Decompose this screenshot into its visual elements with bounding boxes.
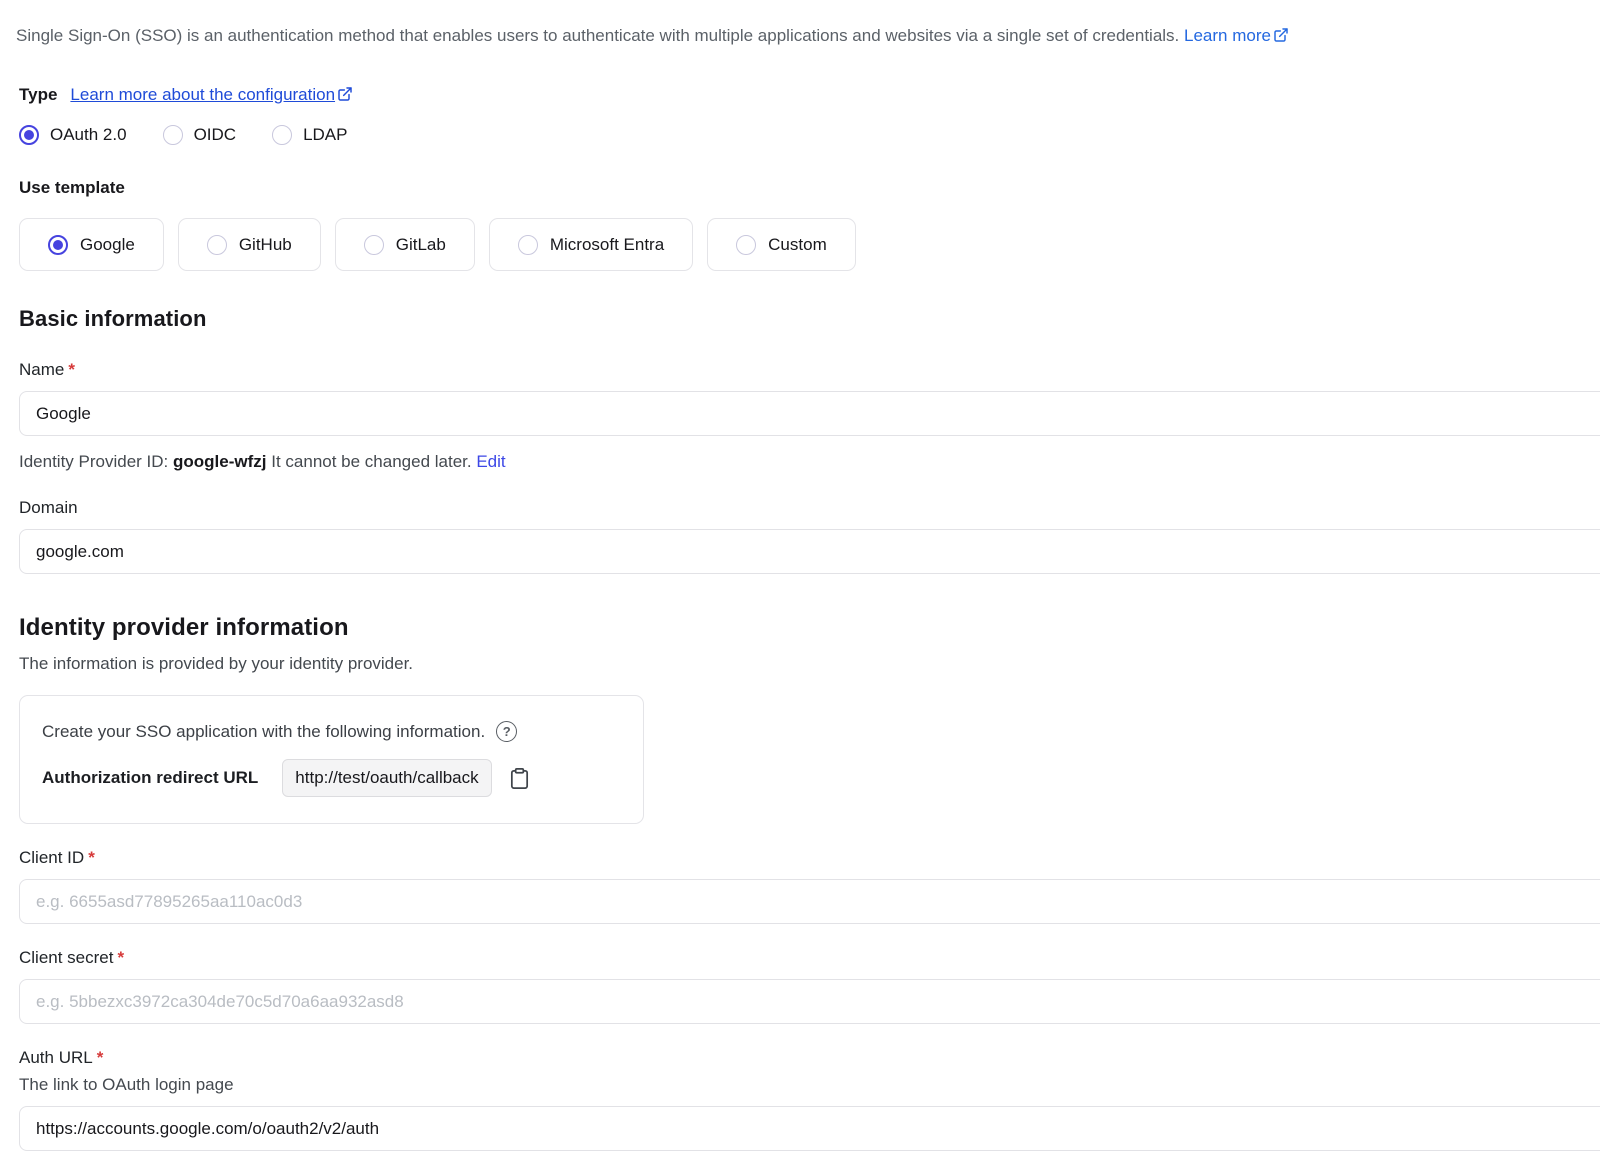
domain-label: Domain bbox=[19, 498, 1600, 518]
auth-url-label: Auth URL* bbox=[19, 1048, 1600, 1068]
type-radio-group: OAuth 2.0 OIDC LDAP bbox=[19, 125, 1600, 145]
redirect-url-row: Authorization redirect URL http://test/o… bbox=[42, 759, 621, 797]
template-option-label: Google bbox=[80, 235, 135, 255]
template-option-gitlab[interactable]: GitLab bbox=[335, 218, 475, 271]
redirect-url-value: http://test/oauth/callback bbox=[282, 759, 491, 797]
required-marker: * bbox=[88, 848, 95, 867]
radio-unselected-icon bbox=[364, 235, 384, 255]
client-secret-label-text: Client secret bbox=[19, 948, 113, 967]
name-input[interactable] bbox=[19, 391, 1600, 436]
auth-url-label-text: Auth URL bbox=[19, 1048, 93, 1067]
sso-description-text: Single Sign-On (SSO) is an authenticatio… bbox=[16, 26, 1179, 45]
radio-selected-icon bbox=[19, 125, 39, 145]
template-card-group: Google GitHub GitLab Microsoft Entra Cus… bbox=[19, 218, 1600, 271]
clipboard-icon bbox=[508, 766, 532, 791]
learn-more-link[interactable]: Learn more bbox=[1184, 26, 1289, 45]
client-id-label: Client ID* bbox=[19, 848, 1600, 868]
radio-unselected-icon bbox=[207, 235, 227, 255]
template-option-label: GitLab bbox=[396, 235, 446, 255]
type-label: Type bbox=[19, 85, 57, 105]
help-icon[interactable]: ? bbox=[496, 721, 517, 742]
radio-unselected-icon bbox=[518, 235, 538, 255]
type-option-oidc[interactable]: OIDC bbox=[163, 125, 237, 145]
radio-unselected-icon bbox=[163, 125, 183, 145]
configuration-doc-label: Learn more about the configuration bbox=[70, 85, 335, 104]
sso-settings-page: Single Sign-On (SSO) is an authenticatio… bbox=[0, 0, 1600, 1151]
radio-selected-icon bbox=[48, 235, 68, 255]
copy-to-clipboard-button[interactable] bbox=[508, 765, 532, 791]
required-marker: * bbox=[68, 360, 75, 379]
edit-idp-id-link[interactable]: Edit bbox=[476, 452, 505, 471]
required-marker: * bbox=[117, 948, 124, 967]
configuration-doc-link[interactable]: Learn more about the configuration bbox=[70, 85, 353, 105]
use-template-label: Use template bbox=[19, 178, 1600, 198]
required-marker: * bbox=[97, 1048, 104, 1067]
basic-information-heading: Basic information bbox=[19, 306, 1600, 332]
name-label: Name* bbox=[19, 360, 1600, 380]
external-link-icon bbox=[1273, 27, 1289, 43]
identity-provider-id-line: Identity Provider ID: google-wfzj It can… bbox=[19, 452, 1600, 472]
client-secret-label: Client secret* bbox=[19, 948, 1600, 968]
client-id-label-text: Client ID bbox=[19, 848, 84, 867]
template-option-label: GitHub bbox=[239, 235, 292, 255]
external-link-icon bbox=[337, 86, 353, 102]
idp-id-prefix: Identity Provider ID: bbox=[19, 452, 168, 471]
idp-id-value: google-wfzj bbox=[173, 452, 266, 471]
radio-unselected-icon bbox=[736, 235, 756, 255]
idp-information-subtitle: The information is provided by your iden… bbox=[19, 654, 1600, 674]
type-header: Type Learn more about the configuration bbox=[19, 85, 1600, 105]
idp-id-suffix: It cannot be changed later. bbox=[271, 452, 471, 471]
radio-unselected-icon bbox=[272, 125, 292, 145]
sso-description: Single Sign-On (SSO) is an authenticatio… bbox=[16, 24, 1600, 47]
auth-url-description: The link to OAuth login page bbox=[19, 1075, 1600, 1095]
type-option-ldap[interactable]: LDAP bbox=[272, 125, 347, 145]
template-option-custom[interactable]: Custom bbox=[707, 218, 856, 271]
template-option-github[interactable]: GitHub bbox=[178, 218, 321, 271]
auth-url-input[interactable] bbox=[19, 1106, 1600, 1151]
template-option-label: Custom bbox=[768, 235, 827, 255]
idp-information-heading: Identity provider information bbox=[19, 614, 1600, 642]
callout-text: Create your SSO application with the fol… bbox=[42, 722, 485, 742]
redirect-url-label: Authorization redirect URL bbox=[42, 768, 258, 788]
template-option-label: Microsoft Entra bbox=[550, 235, 664, 255]
sso-application-callout: Create your SSO application with the fol… bbox=[19, 695, 644, 824]
learn-more-label: Learn more bbox=[1184, 26, 1271, 45]
domain-input[interactable] bbox=[19, 529, 1600, 574]
type-option-label: LDAP bbox=[303, 125, 347, 145]
type-option-oauth2[interactable]: OAuth 2.0 bbox=[19, 125, 127, 145]
callout-header: Create your SSO application with the fol… bbox=[42, 721, 621, 742]
template-option-microsoft-entra[interactable]: Microsoft Entra bbox=[489, 218, 693, 271]
type-option-label: OIDC bbox=[194, 125, 237, 145]
name-label-text: Name bbox=[19, 360, 64, 379]
type-option-label: OAuth 2.0 bbox=[50, 125, 127, 145]
client-secret-input[interactable] bbox=[19, 979, 1600, 1024]
client-id-input[interactable] bbox=[19, 879, 1600, 924]
template-option-google[interactable]: Google bbox=[19, 218, 164, 271]
